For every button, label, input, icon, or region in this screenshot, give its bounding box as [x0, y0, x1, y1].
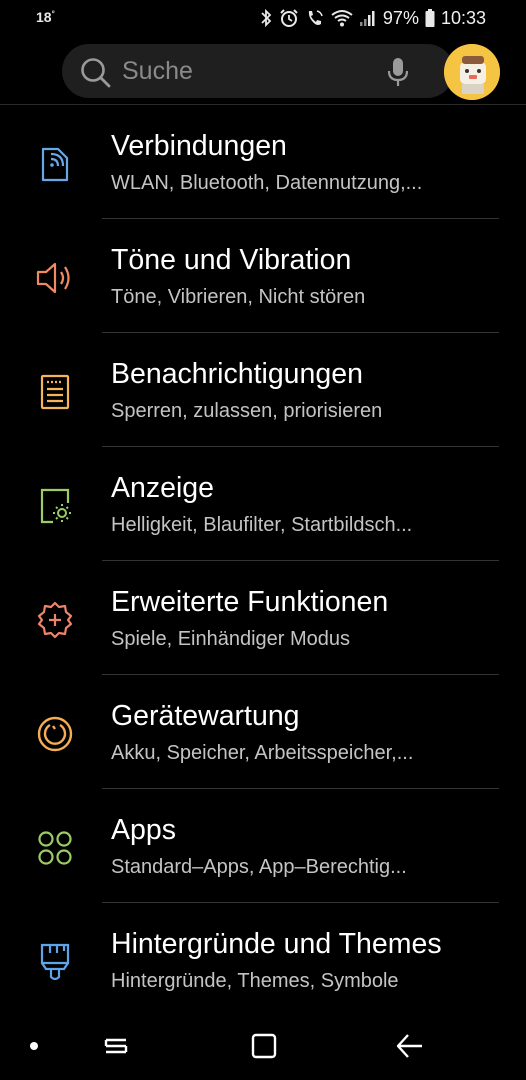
home-icon[interactable]	[248, 1030, 280, 1062]
item-title: Verbindungen	[111, 130, 287, 162]
connections-icon	[41, 147, 69, 182]
item-title: Benachrichtigungen	[111, 358, 363, 390]
settings-item-sounds[interactable]: Töne und Vibration Töne, Vibrieren, Nich…	[0, 219, 526, 333]
settings-screen: 18° 97% 10:33 Suche Verbindungen WLAN, B…	[0, 0, 526, 1080]
item-title: Erweiterte Funktionen	[111, 586, 389, 618]
themes-icon	[40, 943, 70, 981]
alarm-icon	[280, 9, 298, 27]
search-row: Suche	[0, 42, 526, 102]
settings-item-themes[interactable]: Hintergründe und Themes Hintergründe, Th…	[0, 903, 526, 1017]
temperature-indicator: 18°	[36, 9, 55, 25]
item-subtitle: Hintergründe, Themes, Symbole	[111, 970, 399, 992]
item-subtitle: Sperren, zulassen, priorisieren	[111, 400, 383, 422]
search-icon	[81, 58, 111, 88]
status-bar: 18° 97% 10:33	[0, 0, 526, 36]
settings-item-apps[interactable]: Apps Standard–Apps, App–Berechtig...	[0, 789, 526, 903]
advanced-features-icon	[37, 601, 73, 639]
device-care-icon	[37, 716, 73, 752]
item-title: Töne und Vibration	[111, 244, 352, 276]
item-title: Hintergründe und Themes	[111, 928, 442, 960]
item-title: Apps	[111, 814, 176, 846]
settings-item-device-care[interactable]: Gerätewartung Akku, Speicher, Arbeitsspe…	[0, 675, 526, 789]
item-subtitle: Helligkeit, Blaufilter, Startbildsch...	[111, 514, 413, 536]
notifications-icon	[40, 374, 70, 410]
settings-list: Verbindungen WLAN, Bluetooth, Datennutzu…	[0, 105, 526, 1017]
clock: 10:33	[440, 7, 486, 28]
speaker-icon	[36, 262, 70, 294]
settings-item-display[interactable]: Anzeige Helligkeit, Blaufilter, Startbil…	[0, 447, 526, 561]
call-icon	[308, 10, 323, 25]
avatar-image	[444, 44, 500, 100]
item-title: Anzeige	[111, 472, 214, 504]
battery-percentage: 97%	[382, 7, 419, 28]
battery-icon	[425, 9, 435, 27]
keyboard-hint-dot	[30, 1042, 38, 1050]
search-input[interactable]: Suche	[62, 44, 454, 98]
recent-apps-icon[interactable]	[100, 1030, 132, 1062]
wifi-icon	[331, 10, 353, 27]
search-placeholder: Suche	[122, 57, 193, 85]
navigation-bar	[0, 1014, 526, 1080]
avatar[interactable]	[444, 44, 500, 100]
temperature-unit: °	[51, 9, 55, 19]
mic-icon[interactable]	[386, 57, 410, 87]
signal-icon	[359, 11, 375, 26]
apps-icon	[38, 831, 72, 865]
bluetooth-icon	[261, 8, 272, 28]
item-subtitle: WLAN, Bluetooth, Datennutzung,...	[111, 172, 423, 194]
status-icons: 97% 10:33	[259, 6, 486, 30]
temperature-value: 18	[36, 9, 52, 25]
settings-item-connections[interactable]: Verbindungen WLAN, Bluetooth, Datennutzu…	[0, 105, 526, 219]
item-subtitle: Spiele, Einhändiger Modus	[111, 628, 351, 650]
settings-item-advanced-features[interactable]: Erweiterte Funktionen Spiele, Einhändige…	[0, 561, 526, 675]
item-subtitle: Standard–Apps, App–Berechtig...	[111, 856, 407, 878]
item-title: Gerätewartung	[111, 700, 300, 732]
display-icon	[40, 488, 71, 524]
item-subtitle: Töne, Vibrieren, Nicht stören	[111, 286, 366, 308]
back-icon[interactable]	[394, 1030, 426, 1062]
item-subtitle: Akku, Speicher, Arbeitsspeicher,...	[111, 742, 414, 764]
settings-item-notifications[interactable]: Benachrichtigungen Sperren, zulassen, pr…	[0, 333, 526, 447]
